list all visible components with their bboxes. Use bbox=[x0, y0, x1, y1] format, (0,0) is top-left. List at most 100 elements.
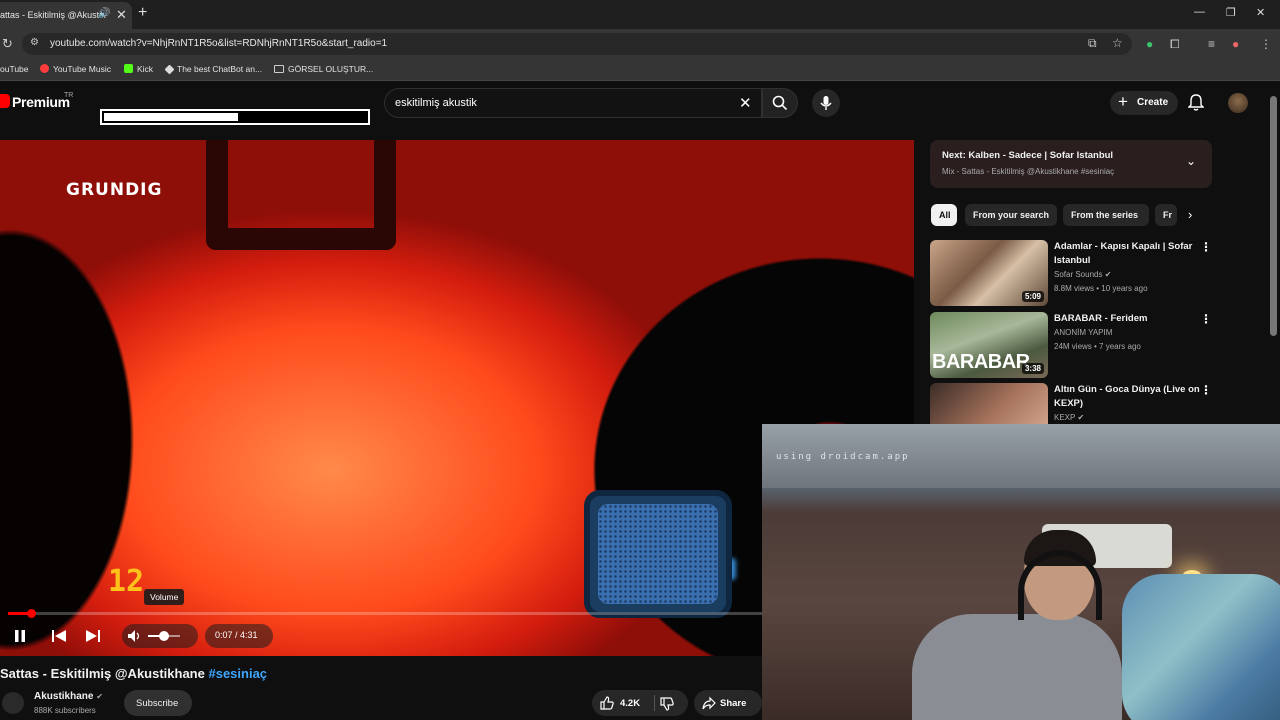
bookmark-label: GÖRSEL OLUŞTUR... bbox=[288, 64, 374, 74]
chip-from-the-series[interactable]: From the series bbox=[1063, 204, 1149, 226]
chip-from-your-search[interactable]: From your search bbox=[965, 204, 1057, 226]
youtube-logo-icon[interactable] bbox=[0, 94, 10, 108]
bookmark-folder[interactable]: GÖRSEL OLUŞTUR... bbox=[274, 64, 373, 74]
kick-icon bbox=[124, 64, 133, 73]
reading-list-icon[interactable]: ≡ bbox=[1208, 37, 1215, 51]
reload-icon[interactable]: ↻ bbox=[2, 36, 13, 52]
recommendation-meta: 8.8M views • 10 years ago bbox=[1054, 284, 1148, 293]
duration-badge: 5:09 bbox=[1021, 291, 1044, 302]
hashtag-link[interactable]: #sesiniaç bbox=[208, 666, 267, 681]
bookmark-youtube-music[interactable]: YouTube Music bbox=[40, 64, 111, 74]
verified-check-icon: ✔ bbox=[1077, 413, 1085, 422]
pause-icon[interactable] bbox=[14, 630, 26, 642]
webcam-pillow bbox=[1122, 574, 1280, 720]
webcam-overlay: using droidcam.app bbox=[762, 424, 1280, 720]
youtube-premium-logo[interactable]: Premium bbox=[12, 94, 70, 110]
speaker-graphic bbox=[584, 490, 732, 618]
recommendation-channel[interactable]: KEXP ✔ bbox=[1054, 413, 1084, 422]
search-input[interactable]: eskitilmiş akustik ✕ bbox=[384, 88, 762, 118]
bookmark-label: ouTube bbox=[0, 64, 29, 74]
close-icon[interactable]: ✕ bbox=[116, 7, 127, 23]
bookmark-chatbot[interactable]: The best ChatBot an... bbox=[164, 64, 262, 75]
duration-badge: 3:38 bbox=[1021, 363, 1044, 374]
recommendation-channel[interactable]: ANONİM YAPIM bbox=[1054, 328, 1112, 337]
chip-all[interactable]: All bbox=[931, 204, 957, 226]
channel-text: Sofar Sounds bbox=[1054, 270, 1103, 279]
recommendation-channel[interactable]: Sofar Sounds ✔ bbox=[1054, 270, 1111, 279]
thumbnail-text: BARABAR bbox=[932, 351, 1030, 373]
browser-tab[interactable]: attas - Eskitilmiş @Akustik 🔊 ✕ bbox=[0, 2, 132, 29]
volume-icon[interactable] bbox=[128, 630, 142, 642]
volume-knob[interactable] bbox=[159, 631, 169, 641]
recommendation-title[interactable]: Adamlar - Kapısı Kapalı | Sofar Istanbul bbox=[1054, 240, 1200, 268]
site-settings-icon[interactable]: ⚙ bbox=[30, 37, 39, 48]
share-button[interactable]: Share bbox=[694, 690, 762, 716]
divider bbox=[654, 695, 655, 711]
stream-goal-count: 52 / 100 bbox=[326, 95, 364, 105]
extension-icon[interactable]: ● bbox=[1146, 37, 1153, 51]
microphone-icon bbox=[820, 96, 832, 110]
thumbs-down-icon[interactable] bbox=[660, 697, 674, 711]
video-title-text: Sattas - Eskitilmiş @Akustikhane bbox=[0, 666, 205, 681]
window-close-icon[interactable]: ✕ bbox=[1256, 6, 1265, 19]
search-button[interactable] bbox=[762, 88, 798, 118]
page-scrollbar[interactable] bbox=[1270, 96, 1277, 336]
recommendation-title[interactable]: Altın Gün - Goca Dünya (Live on KEXP) bbox=[1054, 383, 1200, 411]
folder-icon bbox=[274, 65, 284, 73]
video-title: Sattas - Eskitilmiş @Akustikhane #sesini… bbox=[0, 666, 267, 681]
avatar[interactable] bbox=[1228, 93, 1248, 113]
browser-tab-bar: attas - Eskitilmiş @Akustik 🔊 ✕ + — ❐ ✕ bbox=[0, 0, 1280, 29]
chip-more[interactable]: Fr bbox=[1155, 204, 1177, 226]
channel-name-text: Akustikhane bbox=[34, 691, 94, 702]
minimize-icon[interactable]: — bbox=[1194, 6, 1205, 18]
like-count: 4.2K bbox=[620, 698, 641, 709]
volume-slider[interactable] bbox=[148, 631, 180, 641]
restore-icon[interactable]: ❐ bbox=[1226, 6, 1236, 19]
time-text: 0:07 / 4:31 bbox=[215, 630, 258, 640]
more-options-icon[interactable]: ⋮ bbox=[1200, 312, 1212, 326]
bookmark-youtube[interactable]: ouTube bbox=[0, 64, 29, 74]
like-dislike-control: 4.2K bbox=[592, 690, 688, 716]
clear-search-icon[interactable]: ✕ bbox=[739, 94, 752, 112]
profile-icon[interactable]: ● bbox=[1232, 37, 1239, 51]
volume-indicator-logo: 12 bbox=[108, 564, 145, 599]
notifications-bell-icon[interactable] bbox=[1188, 94, 1204, 112]
bookmark-label: YouTube Music bbox=[53, 64, 111, 74]
next-icon[interactable] bbox=[86, 630, 100, 642]
new-tab-icon[interactable]: + bbox=[138, 4, 147, 22]
chevron-right-icon[interactable]: › bbox=[1188, 207, 1192, 222]
up-next-mix-panel[interactable]: Next: Kalben - Sadece | Sofar Istanbul M… bbox=[930, 140, 1212, 188]
url-text[interactable]: youtube.com/watch?v=NhjRnNT1R5o&list=RDN… bbox=[50, 38, 387, 49]
menu-icon[interactable]: ⋮ bbox=[1260, 37, 1272, 51]
volume-control[interactable] bbox=[122, 624, 198, 648]
cast-icon[interactable]: ⧉ bbox=[1088, 36, 1097, 51]
channel-avatar[interactable] bbox=[2, 692, 24, 714]
speaker-icon[interactable]: 🔊 bbox=[98, 8, 110, 19]
create-button[interactable]: + Create bbox=[1110, 91, 1178, 115]
next-subtitle: Mix - Sattas - Eskitilmiş @Akustikhane #… bbox=[942, 167, 1115, 176]
youtube-music-icon bbox=[40, 64, 49, 73]
address-bar[interactable]: ⚙ youtube.com/watch?v=NhjRnNT1R5o&list=R… bbox=[22, 33, 1132, 55]
more-options-icon[interactable]: ⋮ bbox=[1200, 383, 1212, 397]
bookmark-star-icon[interactable]: ☆ bbox=[1112, 36, 1123, 50]
video-thumbnail[interactable]: 5:09 bbox=[930, 240, 1048, 306]
recommendation-item[interactable]: BARABAR 3:38 BARABAR - Feridem ANONİM YA… bbox=[930, 312, 1212, 378]
subscribe-label: Subscribe bbox=[136, 698, 179, 709]
subscribe-button[interactable]: Subscribe bbox=[124, 690, 192, 716]
webcam-person-body bbox=[912, 614, 1122, 720]
previous-icon[interactable] bbox=[52, 630, 66, 642]
subscriber-count: 888K subscribers bbox=[34, 706, 96, 715]
bookmark-kick[interactable]: Kick bbox=[124, 64, 153, 74]
thumbs-up-icon[interactable] bbox=[600, 696, 614, 710]
recommendation-title[interactable]: BARABAR - Feridem bbox=[1054, 312, 1200, 326]
recommendation-item[interactable]: 5:09 Adamlar - Kapısı Kapalı | Sofar Ist… bbox=[930, 240, 1212, 306]
chevron-down-icon[interactable]: ⌄ bbox=[1186, 154, 1196, 168]
voice-search-button[interactable] bbox=[812, 89, 840, 117]
video-thumbnail[interactable]: BARABAR 3:38 bbox=[930, 312, 1048, 378]
progress-scrubber[interactable] bbox=[27, 609, 37, 618]
more-options-icon[interactable]: ⋮ bbox=[1200, 240, 1212, 254]
search-query[interactable]: eskitilmiş akustik bbox=[395, 97, 477, 109]
extensions-puzzle-icon[interactable]: ⧠ bbox=[1170, 37, 1180, 52]
channel-name[interactable]: Akustikhane ✔ bbox=[34, 691, 103, 702]
video-brand-text: GRUNDIG bbox=[66, 180, 163, 200]
